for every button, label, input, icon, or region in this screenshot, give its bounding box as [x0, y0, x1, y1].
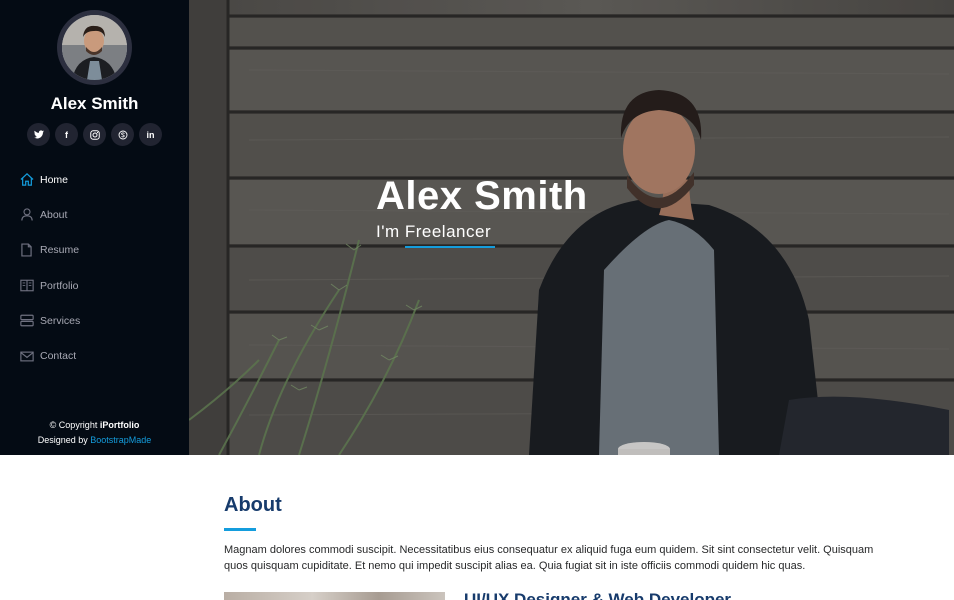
facebook-icon: f: [65, 129, 68, 140]
hero-subtitle: I'm Freelancer: [376, 222, 492, 241]
designer-link[interactable]: BootstrapMade: [90, 435, 151, 445]
about-subheading: UI/UX Designer & Web Developer: [464, 590, 732, 600]
server-icon: [19, 313, 34, 328]
hero-background: [189, 0, 954, 455]
linkedin-icon: in: [146, 129, 155, 140]
brand-name: iPortfolio: [99, 420, 140, 430]
nav-label-resume: Resume: [40, 244, 80, 257]
nav-label-portfolio: Portfolio: [40, 279, 79, 292]
sidebar: Alex Smith f in Home About Resume Portfo…: [0, 0, 189, 455]
nav-label-about: About: [40, 208, 68, 221]
nav-label-contact: Contact: [40, 350, 77, 363]
person-icon: [19, 207, 34, 222]
book-icon: [19, 278, 34, 293]
nav-item-about[interactable]: About: [0, 197, 189, 232]
home-icon: [19, 172, 34, 187]
about-title-underline: [224, 528, 256, 531]
copyright-line: © Copyright iPortfolio: [49, 420, 140, 430]
instagram-link[interactable]: [83, 123, 106, 146]
avatar[interactable]: [57, 10, 132, 85]
nav-menu: Home About Resume Portfolio Services Con…: [0, 162, 189, 374]
skype-link[interactable]: [111, 123, 134, 146]
linkedin-link[interactable]: in: [139, 123, 162, 146]
nav-item-home[interactable]: Home: [0, 162, 189, 197]
about-paragraph: Magnam dolores commodi suscipit. Necessi…: [224, 544, 874, 572]
nav-item-services[interactable]: Services: [0, 303, 189, 338]
twitter-link[interactable]: [27, 123, 50, 146]
sidebar-footer: © Copyright iPortfolio Designed by Boots…: [0, 418, 189, 448]
envelope-icon: [19, 349, 34, 364]
nav-item-resume[interactable]: Resume: [0, 233, 189, 268]
nav-item-portfolio[interactable]: Portfolio: [0, 268, 189, 303]
nav-item-contact[interactable]: Contact: [0, 338, 189, 373]
instagram-icon: [89, 129, 100, 140]
file-icon: [19, 243, 34, 258]
profile-name: Alex Smith: [50, 94, 139, 113]
about-title: About: [224, 494, 282, 516]
social-links: f in: [0, 123, 189, 146]
profile-photo: [62, 15, 127, 80]
twitter-icon: [33, 130, 44, 139]
typed-underline: [405, 246, 495, 248]
hero-section: Alex Smith I'm Freelancer: [189, 0, 954, 455]
nav-label-home: Home: [40, 173, 69, 186]
hero-title: Alex Smith: [376, 174, 588, 218]
facebook-link[interactable]: f: [55, 123, 78, 146]
nav-label-services: Services: [40, 314, 81, 327]
about-image: [224, 592, 445, 600]
skype-icon: [118, 130, 127, 139]
credits-line: Designed by BootstrapMade: [37, 435, 152, 445]
